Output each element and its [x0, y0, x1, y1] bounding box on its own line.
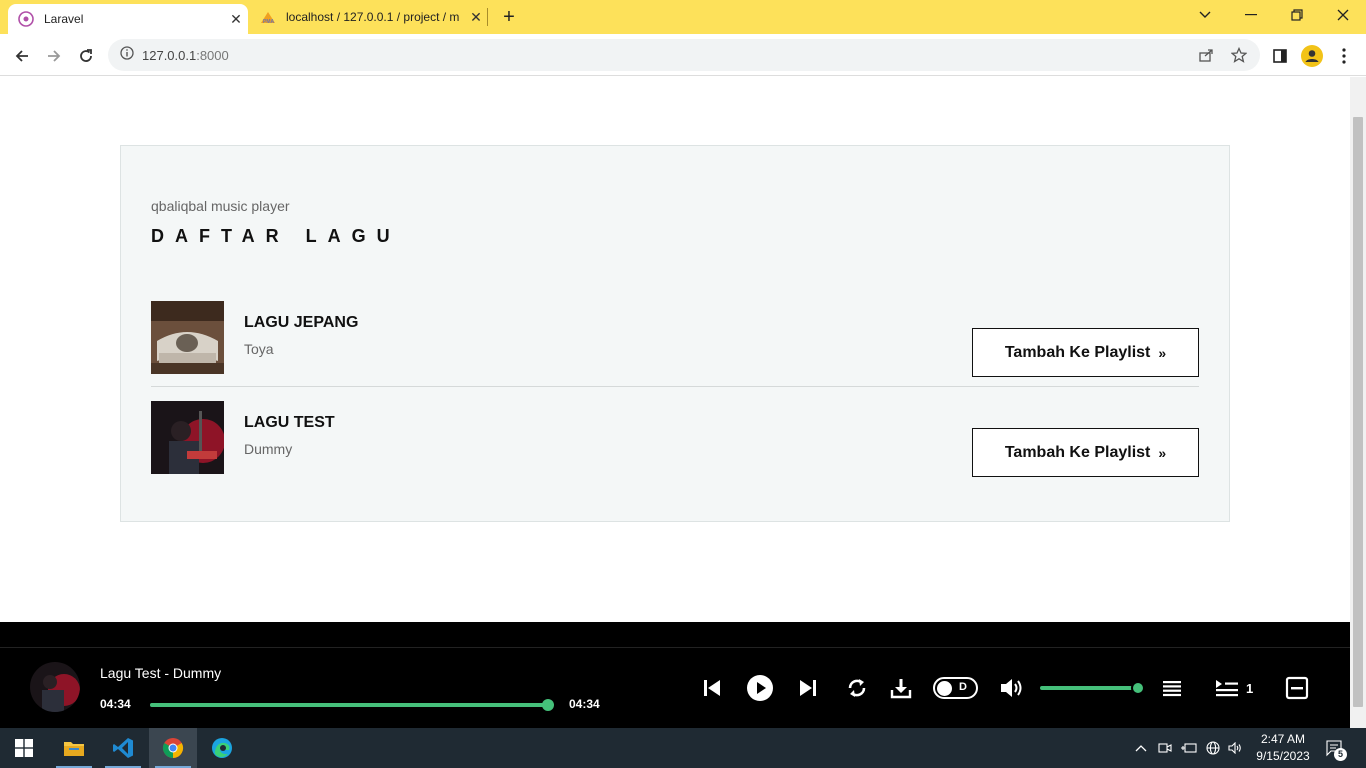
- menu-kebab-icon[interactable]: [1330, 42, 1358, 70]
- tab-laravel[interactable]: Laravel ✕: [8, 4, 248, 34]
- list-divider: [151, 386, 1199, 387]
- add-to-playlist-button[interactable]: Tambah Ke Playlist »: [972, 328, 1199, 377]
- total-time: 04:34: [569, 697, 600, 711]
- battery-plug-icon[interactable]: [1180, 739, 1198, 757]
- side-panel-icon[interactable]: [1266, 42, 1294, 70]
- site-info-icon[interactable]: [120, 45, 134, 65]
- song-item: LAGU TEST Dummy Tambah Ke Playlist »: [151, 401, 1199, 501]
- play-button[interactable]: [746, 674, 774, 702]
- vscode-icon[interactable]: [99, 728, 147, 768]
- windows-taskbar: 2:47 AM 9/15/2023 5: [0, 728, 1366, 768]
- double-chevron-right-icon: »: [1158, 344, 1167, 361]
- add-to-playlist-label: Tambah Ke Playlist: [1004, 443, 1151, 461]
- tab-separator: [487, 8, 488, 26]
- queue-icon[interactable]: [1214, 674, 1240, 702]
- minimize-player-icon[interactable]: [1284, 674, 1310, 702]
- meet-now-icon[interactable]: [1156, 739, 1174, 757]
- windows-start-icon[interactable]: [0, 728, 48, 768]
- url-host: 127.0.0.1: [142, 47, 197, 63]
- page-title: DAFTAR LAGU: [151, 226, 401, 246]
- progress-knob[interactable]: [542, 699, 554, 711]
- song-title: LAGU TEST: [244, 414, 335, 431]
- page-scrollbar[interactable]: [1350, 77, 1366, 728]
- scrollbar-thumb[interactable]: [1353, 117, 1363, 707]
- restore-button[interactable]: [1274, 0, 1320, 30]
- tab-title: Laravel: [44, 12, 84, 26]
- volume-knob[interactable]: [1131, 681, 1145, 695]
- song-cover-image: [151, 301, 224, 374]
- download-icon[interactable]: [888, 674, 914, 702]
- song-title: LAGU JEPANG: [244, 314, 359, 331]
- tray-chevron-up-icon[interactable]: [1132, 739, 1150, 757]
- tab-search-chevron-icon[interactable]: [1182, 0, 1228, 30]
- file-explorer-icon[interactable]: [50, 728, 98, 768]
- tab-close-icon[interactable]: ✕: [224, 11, 248, 28]
- tab-phpmyadmin[interactable]: PMA localhost / 127.0.0.1 / project / m …: [252, 0, 488, 34]
- current-time: 04:34: [100, 697, 131, 711]
- address-bar[interactable]: 127.0.0.1:8000: [108, 39, 1260, 71]
- bookmark-star-icon[interactable]: [1230, 46, 1248, 68]
- progress-fill: [150, 703, 548, 707]
- profile-avatar-icon[interactable]: [1298, 42, 1326, 70]
- add-to-playlist-label: Tambah Ke Playlist: [1004, 343, 1151, 361]
- playlist-icon[interactable]: [1160, 674, 1184, 702]
- toggle-knob: [937, 681, 952, 696]
- toggle-label: D: [959, 681, 967, 693]
- queue-count: 1: [1246, 681, 1254, 696]
- share-icon[interactable]: [1198, 47, 1214, 68]
- new-tab-button[interactable]: +: [498, 6, 520, 28]
- taskbar-clock[interactable]: 2:47 AM 9/15/2023: [1248, 731, 1318, 765]
- song-artist: Toya: [244, 341, 274, 357]
- browser-toolbar: 127.0.0.1:8000: [0, 34, 1366, 76]
- forward-arrow-icon[interactable]: [40, 42, 68, 70]
- edge-icon[interactable]: [198, 728, 246, 768]
- next-track-icon[interactable]: [796, 674, 820, 702]
- mode-toggle-switch[interactable]: D: [933, 677, 978, 699]
- laravel-favicon-icon: [18, 11, 34, 27]
- browser-titlebar: Laravel ✕ PMA localhost / 127.0.0.1 / pr…: [0, 0, 1366, 34]
- app-subtitle: qbaliqbal music player: [151, 198, 290, 214]
- back-arrow-icon[interactable]: [8, 42, 36, 70]
- clock-time: 2:47 AM: [1260, 732, 1306, 746]
- close-window-button[interactable]: [1320, 0, 1366, 30]
- speaker-icon[interactable]: [1226, 739, 1244, 757]
- player-divider: [0, 647, 1350, 648]
- add-to-playlist-button[interactable]: Tambah Ke Playlist »: [972, 428, 1199, 477]
- music-player-bar: Lagu Test - Dummy 04:34 04:34 D 1: [0, 622, 1350, 728]
- clock-date: 9/15/2023: [1256, 749, 1310, 763]
- tab-title: localhost / 127.0.0.1 / project / m: [286, 10, 460, 24]
- now-playing-cover: [30, 662, 80, 712]
- volume-icon[interactable]: [998, 674, 1026, 702]
- page-content: qbaliqbal music player DAFTAR LAGU LAGU …: [0, 77, 1350, 622]
- svg-text:PMA: PMA: [263, 19, 275, 25]
- phpmyadmin-favicon-icon: PMA: [260, 9, 276, 25]
- url-port: :8000: [196, 47, 229, 63]
- double-chevron-right-icon: »: [1158, 444, 1167, 461]
- repeat-icon[interactable]: [844, 674, 870, 702]
- chrome-icon[interactable]: [149, 728, 197, 768]
- volume-slider[interactable]: [1040, 681, 1145, 695]
- progress-bar[interactable]: [150, 699, 554, 711]
- song-list-card: qbaliqbal music player DAFTAR LAGU LAGU …: [120, 145, 1230, 522]
- tab-close-icon[interactable]: ✕: [464, 9, 488, 26]
- url-text: 127.0.0.1:8000: [142, 48, 229, 63]
- reload-icon[interactable]: [72, 42, 100, 70]
- minimize-button[interactable]: [1228, 0, 1274, 30]
- network-globe-icon[interactable]: [1204, 739, 1222, 757]
- song-artist: Dummy: [244, 441, 293, 457]
- now-playing-title: Lagu Test - Dummy: [100, 665, 222, 681]
- song-cover-image: [151, 401, 224, 474]
- notification-count-badge: 5: [1334, 748, 1347, 761]
- previous-track-icon[interactable]: [700, 674, 724, 702]
